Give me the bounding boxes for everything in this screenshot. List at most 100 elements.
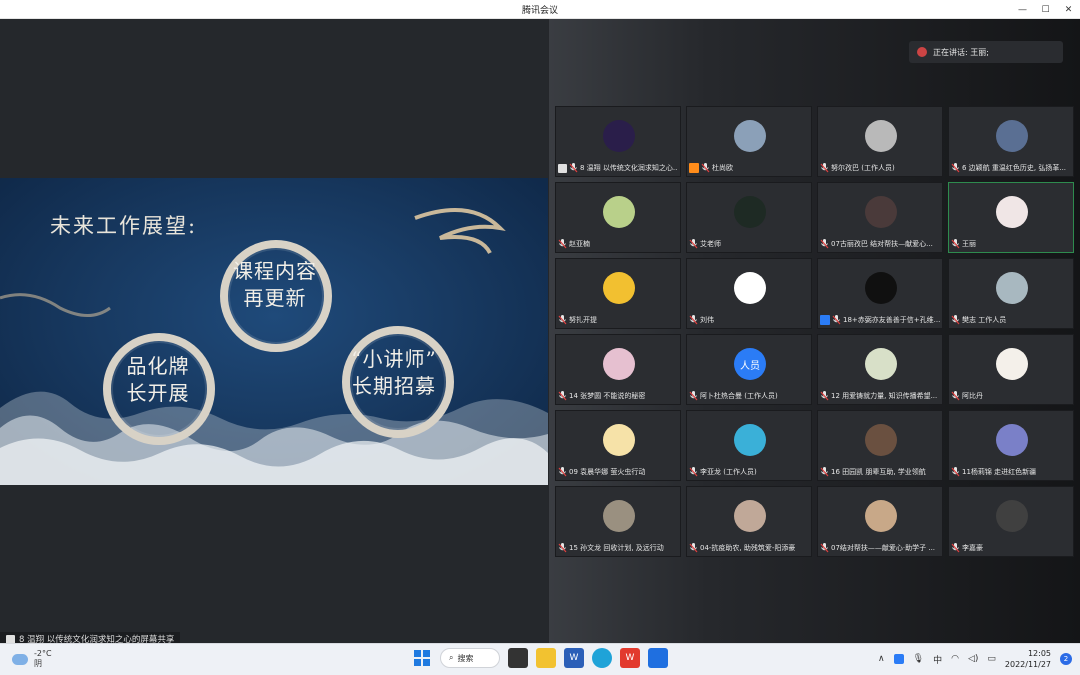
muted-mic-icon <box>951 163 960 173</box>
user-icon <box>820 315 830 325</box>
windows-start-icon[interactable] <box>412 648 432 668</box>
search-label: 搜索 <box>457 653 474 663</box>
task-view-icon[interactable] <box>508 648 528 668</box>
wifi-icon[interactable]: ◠ <box>951 654 959 664</box>
muted-mic-icon <box>558 239 567 249</box>
muted-mic-icon <box>951 467 960 477</box>
chevron-up-icon[interactable]: ∧ <box>878 654 885 664</box>
participant-avatar <box>603 272 635 304</box>
minimize-icon[interactable]: — <box>1011 0 1034 19</box>
participant-tile[interactable]: 杜尚欧 <box>686 106 812 177</box>
participant-tile[interactable]: 16 田园凯 朋辈互助, 学业领航 <box>817 410 943 481</box>
participant-tile[interactable]: 阿比丹 <box>948 334 1074 405</box>
participant-label: 杜尚欧 <box>689 162 809 174</box>
participant-label: 14 张梦圆 不能说的秘密 <box>558 390 678 402</box>
participant-tile[interactable]: 艾老师 <box>686 182 812 253</box>
participant-avatar <box>865 196 897 228</box>
participant-tile[interactable]: 14 张梦圆 不能说的秘密 <box>555 334 681 405</box>
shared-screen-area: 未来工作展望: 课程内容 再更新 品化牌 长开展 “小讲师” 长期招募 8 温翔… <box>0 19 548 646</box>
participant-tile[interactable]: 04-抗疫助农, 助残筑爱-阳添豪 <box>686 486 812 557</box>
participant-tile[interactable]: 15 孙文龙 回收计划, 及远行动 <box>555 486 681 557</box>
muted-mic-icon <box>820 163 829 173</box>
speaker-avatar-icon <box>917 47 927 57</box>
speaking-indicator: 正在讲话: 王丽; <box>909 41 1063 63</box>
bubble-1: 课程内容 再更新 <box>225 258 325 312</box>
maximize-icon[interactable]: ☐ <box>1034 0 1057 19</box>
participant-tile[interactable]: 12 用爱铸就力量, 知识传播希望... <box>817 334 943 405</box>
participant-tile[interactable]: 07结对帮扶——献爱心·助学子 ... <box>817 486 943 557</box>
microphone-icon[interactable]: 🎙 <box>913 654 924 664</box>
participant-label: 樊志 工作人员 <box>951 314 1071 326</box>
participant-label: 8 温翔 以传统文化润求知之心... <box>558 162 678 174</box>
muted-mic-icon <box>689 315 698 325</box>
participant-name: 阿比丹 <box>962 392 983 400</box>
participant-label: 15 孙文龙 回收计划, 及远行动 <box>558 542 678 554</box>
participant-tile[interactable]: 6 边颖航 重温红色历史, 弘扬革... <box>948 106 1074 177</box>
participant-name: 努扎开提 <box>569 316 597 324</box>
participant-avatar <box>996 500 1028 532</box>
participant-tile[interactable]: 人员 阿卜杜热合曼 (工作人员) <box>686 334 812 405</box>
participant-name: 艾老师 <box>700 240 721 248</box>
bubble-3-line-1: “小讲师” <box>351 347 437 371</box>
participant-tile[interactable]: 刘伟 <box>686 258 812 329</box>
participant-tile[interactable]: 18+赤弼亦友善善于信+孔维... <box>817 258 943 329</box>
participant-label: 04-抗疫助农, 助残筑爱-阳添豪 <box>689 542 809 554</box>
participant-avatar <box>865 348 897 380</box>
participant-tile[interactable]: 努扎开提 <box>555 258 681 329</box>
participant-tile[interactable]: 李亚龙 (工作人员) <box>686 410 812 481</box>
participant-tile[interactable]: 努尔孜巴 (工作人员) <box>817 106 943 177</box>
participant-tile[interactable]: 11杨莉锦 走进红色新疆 <box>948 410 1074 481</box>
volume-icon[interactable]: ◁) <box>968 654 978 664</box>
muted-mic-icon <box>689 391 698 401</box>
participant-tile[interactable]: 李嘉豪 <box>948 486 1074 557</box>
participant-name: 李亚龙 (工作人员) <box>700 468 757 476</box>
muted-mic-icon <box>689 467 698 477</box>
muted-mic-icon <box>558 543 567 553</box>
notification-badge[interactable]: 2 <box>1060 653 1072 665</box>
participant-tile[interactable]: 09 袁晨华娜 萤火虫行动 <box>555 410 681 481</box>
participant-label: 6 边颖航 重温红色历史, 弘扬革... <box>951 162 1071 174</box>
tray-app-icon[interactable] <box>893 654 904 664</box>
cloud-icon <box>12 653 28 665</box>
participant-avatar <box>734 196 766 228</box>
participant-label: 李嘉豪 <box>951 542 1071 554</box>
participant-name: 杜尚欧 <box>712 164 733 172</box>
muted-mic-icon <box>951 391 960 401</box>
ime-indicator[interactable]: 中 <box>933 653 942 666</box>
bubble-2-line-2: 长开展 <box>126 381 190 405</box>
muted-mic-icon <box>701 163 710 173</box>
muted-mic-icon <box>558 467 567 477</box>
clock[interactable]: 12:05 2022/11/27 <box>1005 648 1051 670</box>
taskbar-search[interactable]: ⌕ 搜索 <box>440 648 500 668</box>
weather-widget[interactable]: -2°C 阴 <box>12 649 52 669</box>
participant-label: 李亚龙 (工作人员) <box>689 466 809 478</box>
participant-name: 12 用爱铸就力量, 知识传播希望... <box>831 392 938 400</box>
tencent-meeting-icon[interactable] <box>648 648 668 668</box>
bubble-1-line-2: 再更新 <box>243 286 307 310</box>
file-explorer-icon[interactable] <box>536 648 556 668</box>
participant-tile[interactable]: 樊志 工作人员 <box>948 258 1074 329</box>
participant-label: 12 用爱铸就力量, 知识传播希望... <box>820 390 940 402</box>
weather-temp: -2°C <box>34 649 52 658</box>
participant-tile[interactable]: 8 温翔 以传统文化润求知之心... <box>555 106 681 177</box>
participant-tile[interactable]: 赵亚楠 <box>555 182 681 253</box>
participant-name: 努尔孜巴 (工作人员) <box>831 164 895 172</box>
muted-mic-icon <box>820 239 829 249</box>
participant-name: 6 边颖航 重温红色历史, 弘扬革... <box>962 164 1067 172</box>
participant-avatar <box>603 424 635 456</box>
edge-icon[interactable] <box>592 648 612 668</box>
participant-label: 18+赤弼亦友善善于信+孔维... <box>820 314 940 326</box>
close-icon[interactable]: ✕ <box>1057 0 1080 19</box>
taskbar-apps: ⌕ 搜索 W W <box>412 648 668 668</box>
battery-icon[interactable]: ▭ <box>987 654 996 664</box>
participant-avatar <box>603 120 635 152</box>
participant-avatar <box>865 272 897 304</box>
muted-mic-icon <box>689 543 698 553</box>
wps-icon[interactable]: W <box>620 648 640 668</box>
participant-tile[interactable]: 王丽 <box>948 182 1074 253</box>
participant-tile[interactable]: 07古丽孜巴 结对帮扶—献爱心... <box>817 182 943 253</box>
participant-label: 07古丽孜巴 结对帮扶—献爱心... <box>820 238 940 250</box>
word-icon[interactable]: W <box>564 648 584 668</box>
muted-mic-icon <box>832 315 841 325</box>
participant-name: 07结对帮扶——献爱心·助学子 ... <box>831 544 936 552</box>
